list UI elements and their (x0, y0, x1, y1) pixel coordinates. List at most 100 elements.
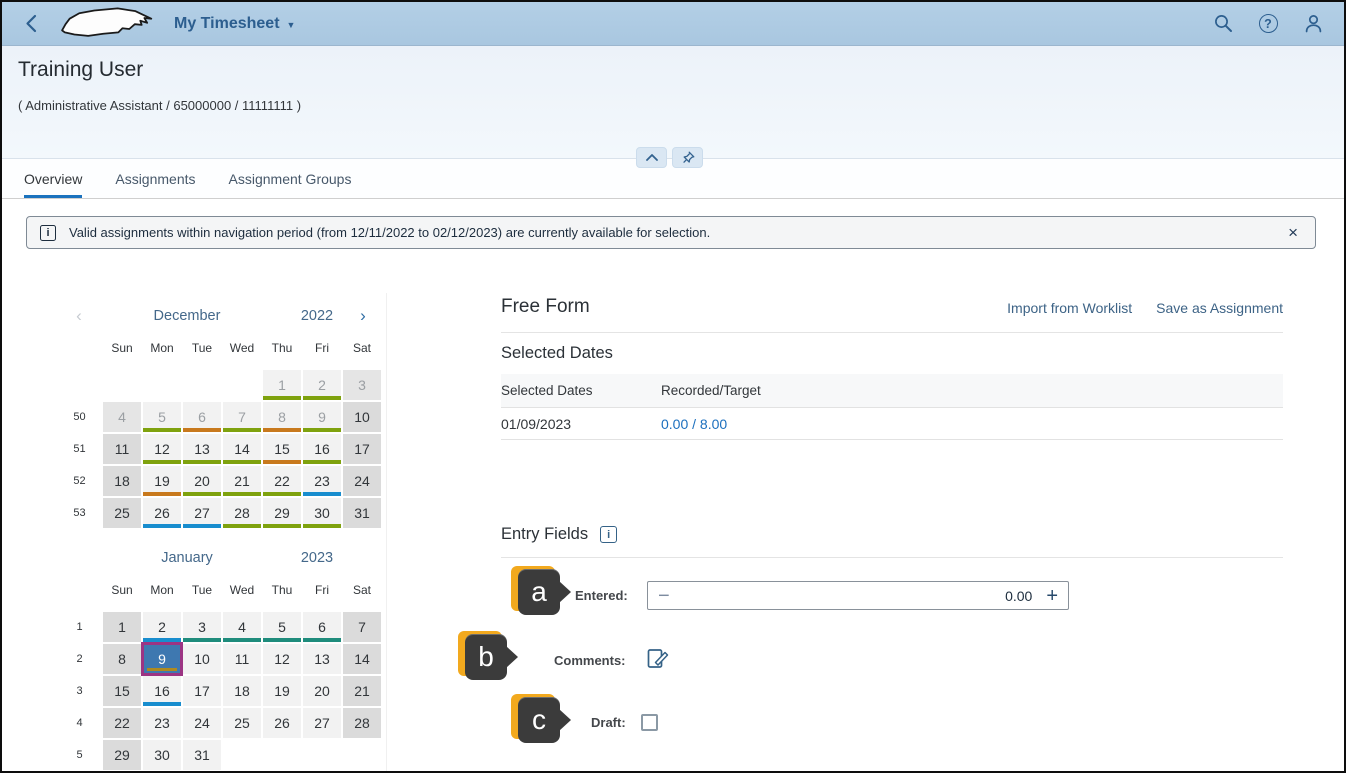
close-message-button[interactable]: × (1284, 223, 1302, 243)
calendar-day[interactable]: 19 (263, 676, 301, 706)
calendar-day[interactable]: 6 (303, 612, 341, 642)
calendar-day[interactable]: 4 (103, 402, 141, 432)
year-label[interactable]: 2022 (272, 308, 362, 324)
calendar-day[interactable]: 15 (103, 676, 141, 706)
calendar-day[interactable]: 6 (183, 402, 221, 432)
calendar-day[interactable]: 26 (143, 498, 181, 528)
calendar-day[interactable]: 27 (303, 708, 341, 738)
calendar-day[interactable]: 9 (303, 402, 341, 432)
calendar-day[interactable]: 12 (263, 644, 301, 674)
calendar-day[interactable]: 24 (183, 708, 221, 738)
calendar-day[interactable]: 25 (103, 498, 141, 528)
user-account-button[interactable] (1298, 9, 1328, 39)
tab-overview[interactable]: Overview (24, 159, 82, 198)
week-number: 5 (57, 739, 102, 771)
calendar-day[interactable]: 28 (223, 498, 261, 528)
decrease-button[interactable]: − (658, 586, 670, 606)
calendar-day[interactable]: 29 (263, 498, 301, 528)
month-label[interactable]: January (102, 550, 272, 566)
calendar-day[interactable]: 11 (103, 434, 141, 464)
calendar-day[interactable]: 2 (303, 370, 341, 400)
calendar-day[interactable]: 19 (143, 466, 181, 496)
calendar-day[interactable]: 14 (343, 644, 381, 674)
calendar-day[interactable]: 28 (343, 708, 381, 738)
day-status-underline-orange (263, 460, 301, 464)
calendar-day[interactable]: 7 (223, 402, 261, 432)
calendar-day[interactable]: 30 (143, 740, 181, 770)
week-number: 50 (57, 401, 102, 433)
calendar-day[interactable]: 16 (143, 676, 181, 706)
calendar-day[interactable]: 7 (343, 612, 381, 642)
previous-month-button[interactable]: ‹ (69, 306, 89, 326)
weekday-label: Mon (142, 583, 182, 597)
weekday-label: Thu (262, 583, 302, 597)
calendar-day[interactable]: 11 (223, 644, 261, 674)
weekday-label: Wed (222, 583, 262, 597)
calendar-day[interactable]: 14 (223, 434, 261, 464)
calendar-day[interactable]: 17 (183, 676, 221, 706)
nc-state-logo-icon (58, 5, 154, 42)
calendar-day[interactable]: 30 (303, 498, 341, 528)
calendar-day[interactable]: 21 (343, 676, 381, 706)
calendar-day[interactable]: 2 (143, 612, 181, 642)
day-status-underline-teal (223, 638, 261, 642)
calendar-day[interactable]: 16 (303, 434, 341, 464)
calendar-day[interactable]: 23 (303, 466, 341, 496)
tab-assignments[interactable]: Assignments (115, 159, 195, 198)
week-number (57, 369, 102, 401)
calendar-day[interactable]: 5 (143, 402, 181, 432)
help-button[interactable]: ? (1253, 9, 1283, 39)
calendar-day[interactable]: 10 (343, 402, 381, 432)
calendar-day[interactable]: 25 (223, 708, 261, 738)
calendar-day[interactable]: 13 (303, 644, 341, 674)
calendar-day[interactable]: 3 (343, 370, 381, 400)
calendar-day[interactable]: 8 (103, 644, 141, 674)
calendar-day[interactable]: 15 (263, 434, 301, 464)
calendar-day[interactable]: 22 (263, 466, 301, 496)
month-label[interactable]: December (102, 308, 272, 324)
table-row[interactable]: 01/09/2023 0.00 / 8.00 (501, 408, 1283, 440)
calendar-day[interactable]: 8 (263, 402, 301, 432)
tab-assignment-groups[interactable]: Assignment Groups (229, 159, 352, 198)
calendar-day[interactable]: 27 (183, 498, 221, 528)
entry-fields-info-icon[interactable]: i (600, 526, 617, 543)
calendar-day[interactable]: 17 (343, 434, 381, 464)
calendar-day[interactable]: 10 (183, 644, 221, 674)
calendar-day[interactable]: 5 (263, 612, 301, 642)
back-button[interactable] (18, 11, 44, 37)
calendar-day[interactable]: 1 (103, 612, 141, 642)
entered-value-input[interactable]: 0.00 (1005, 588, 1032, 604)
calendar-day[interactable]: 18 (103, 466, 141, 496)
calendar-day[interactable]: 20 (303, 676, 341, 706)
week-number: 3 (57, 675, 102, 707)
cell-recorded-target-link[interactable]: 0.00 / 8.00 (661, 416, 727, 432)
calendar-day[interactable]: 13 (183, 434, 221, 464)
edit-comments-button[interactable] (646, 646, 670, 672)
app-title-menu[interactable]: My Timesheet ▼ (174, 15, 295, 33)
calendar-day-selected[interactable]: 9 (141, 642, 183, 676)
year-label[interactable]: 2023 (272, 550, 362, 566)
calendar-day[interactable]: 24 (343, 466, 381, 496)
calendar-day[interactable]: 18 (223, 676, 261, 706)
calendar-day[interactable]: 31 (343, 498, 381, 528)
import-from-worklist-button[interactable]: Import from Worklist (1007, 300, 1132, 316)
calendar-day[interactable]: 29 (103, 740, 141, 770)
calendar-day[interactable]: 31 (183, 740, 221, 770)
calendar-day[interactable]: 21 (223, 466, 261, 496)
calendar-day[interactable]: 3 (183, 612, 221, 642)
calendar-day[interactable]: 4 (223, 612, 261, 642)
calendar-day[interactable]: 26 (263, 708, 301, 738)
calendar-day[interactable]: 22 (103, 708, 141, 738)
draft-checkbox[interactable] (641, 714, 658, 731)
pin-header-button[interactable] (672, 147, 703, 168)
collapse-header-button[interactable] (636, 147, 667, 168)
search-button[interactable] (1208, 9, 1238, 39)
save-as-assignment-button[interactable]: Save as Assignment (1156, 300, 1283, 316)
calendar-day[interactable]: 23 (143, 708, 181, 738)
day-status-underline-green (143, 428, 181, 432)
calendar-day[interactable]: 12 (143, 434, 181, 464)
calendar-day[interactable]: 1 (263, 370, 301, 400)
calendar-day[interactable]: 20 (183, 466, 221, 496)
increase-button[interactable]: + (1046, 586, 1058, 606)
free-form-actions: Import from Worklist Save as Assignment (1007, 296, 1283, 316)
